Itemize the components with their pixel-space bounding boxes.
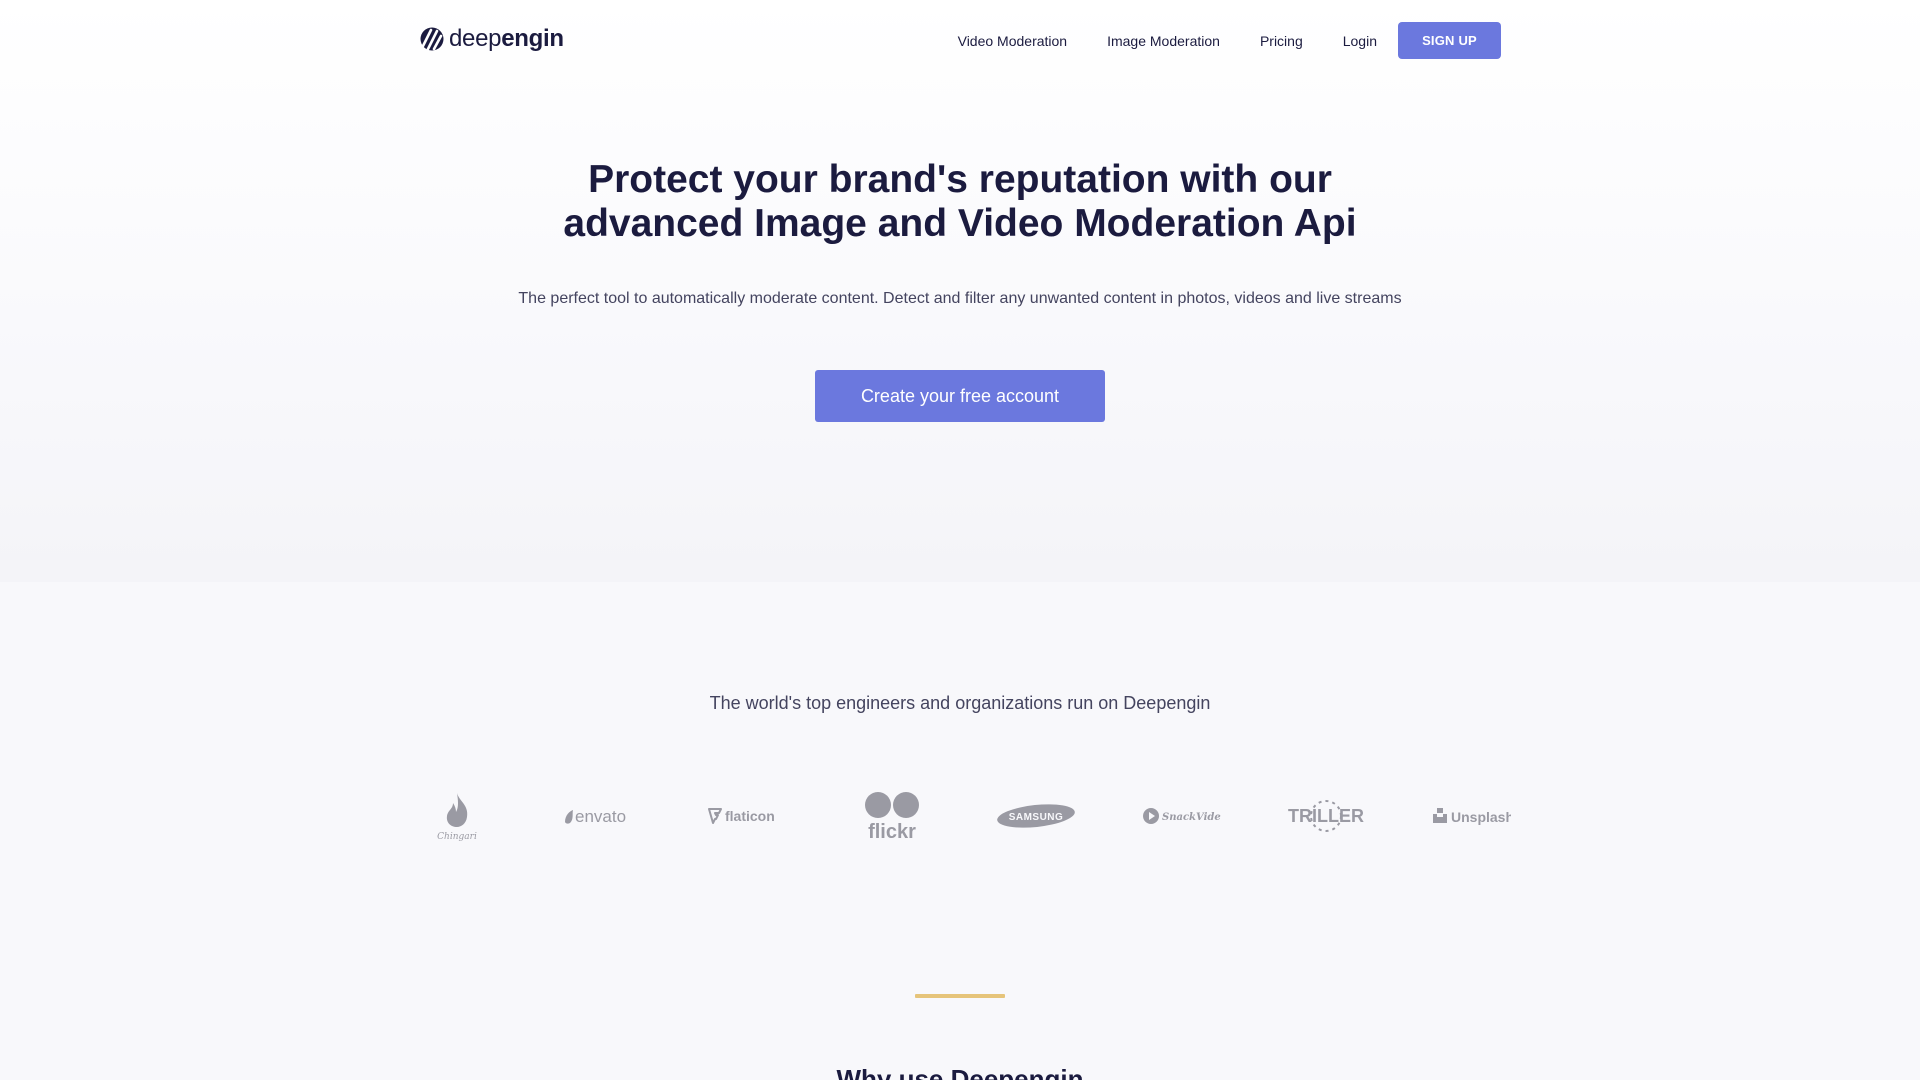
flaticon-f-icon: flaticon: [707, 808, 775, 824]
client-logo-envato: envato: [557, 786, 647, 846]
client-logo-flaticon: flaticon: [702, 786, 792, 846]
logo-wordmark: deepengin: [449, 25, 564, 52]
snackvideo-icon: SnackVideo: [1143, 808, 1221, 824]
unsplash-icon: Unsplash: [1432, 808, 1511, 825]
nav-pricing[interactable]: Pricing: [1260, 33, 1303, 49]
client-logo-triller: TRILLER: [1281, 786, 1371, 846]
section-divider: [915, 994, 1005, 998]
flickr-dots-icon: flickr: [864, 792, 919, 841]
envato-wordmark: envato: [575, 807, 626, 826]
deepengin-logo[interactable]: deepengin: [420, 24, 564, 54]
client-logo-unsplash: Unsplash: [1426, 786, 1516, 846]
flickr-wordmark: flickr: [868, 821, 916, 841]
hero-title-line-1: Protect your brand's reputation with our: [588, 158, 1332, 201]
chingari-wordmark: Chingari: [437, 832, 477, 841]
client-logo-samsung: SAMSUNG: [991, 786, 1081, 846]
signup-button[interactable]: SIGN UP: [1398, 22, 1501, 59]
site-header: deepengin Video Moderation Image Moderat…: [0, 0, 1920, 80]
unsplash-wordmark: Unsplash: [1451, 809, 1511, 825]
hero-title: Protect your brand's reputation with our…: [0, 158, 1920, 246]
envato-leaf-icon: envato: [564, 807, 626, 826]
hero-subtitle: The perfect tool to automatically modera…: [518, 290, 1402, 307]
samsung-oval-icon: SAMSUNG: [997, 804, 1076, 828]
create-account-button[interactable]: Create your free account: [815, 370, 1105, 422]
snackvideo-wordmark: SnackVideo: [1162, 812, 1221, 823]
nav-login[interactable]: Login: [1343, 33, 1377, 49]
triller-icon: TRILLER: [1288, 800, 1364, 832]
client-logos-row: Chingari envato flaticon flickr SAMSUNG: [412, 786, 1516, 846]
client-logo-snackvideo: SnackVideo: [1136, 786, 1226, 846]
hero-title-line-2: advanced Image and Video Moderation Api: [563, 202, 1357, 245]
why-section-title: Why use Deepengin: [836, 1064, 1084, 1080]
nav-image-moderation[interactable]: Image Moderation: [1107, 33, 1220, 49]
client-logo-flickr: flickr: [847, 786, 937, 846]
client-logo-chingari: Chingari: [412, 786, 502, 846]
triller-wordmark: TRILLER: [1288, 806, 1364, 826]
nav-video-moderation[interactable]: Video Moderation: [958, 33, 1067, 49]
deepengin-stripes-icon: [420, 27, 444, 51]
flaticon-wordmark: flaticon: [725, 808, 775, 824]
clients-heading: The world's top engineers and organizati…: [709, 693, 1211, 713]
samsung-wordmark: SAMSUNG: [1009, 812, 1064, 823]
chingari-flame-icon: Chingari: [437, 793, 477, 841]
main-nav: Video Moderation Image Moderation Pricin…: [958, 22, 1501, 59]
